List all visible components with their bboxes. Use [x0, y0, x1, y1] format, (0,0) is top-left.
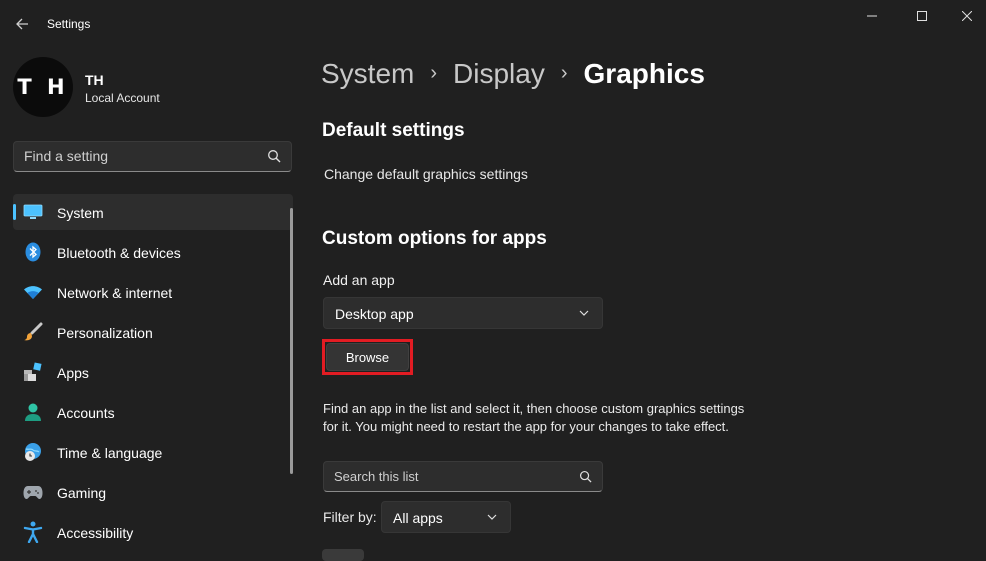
sidebar-item-time-language[interactable]: Time & language [13, 434, 293, 470]
search-input[interactable] [24, 148, 254, 164]
title-bar: Settings [0, 0, 986, 46]
app-list-search[interactable] [323, 461, 603, 492]
user-name: TH [85, 72, 104, 88]
back-arrow-icon [16, 18, 28, 30]
bluetooth-icon [23, 242, 43, 262]
sidebar-item-accounts[interactable]: Accounts [13, 394, 293, 430]
find-setting-search[interactable] [13, 141, 292, 172]
sidebar-scrollbar[interactable] [290, 208, 293, 474]
breadcrumb-display[interactable]: Display [453, 58, 545, 89]
brush-icon [23, 322, 43, 342]
default-settings-heading: Default settings [322, 120, 465, 141]
wifi-icon [23, 282, 43, 302]
breadcrumb-system[interactable]: System [321, 58, 414, 89]
app-list-description: Find an app in the list and select it, t… [323, 401, 745, 434]
sort-button-partial[interactable] [322, 549, 364, 561]
sidebar-item-label: Accessibility [57, 525, 134, 541]
minimize-icon [867, 15, 877, 17]
accessibility-icon [23, 521, 43, 543]
sidebar-item-system[interactable]: System [13, 194, 293, 230]
change-default-graphics-link[interactable]: Change default graphics settings [324, 166, 528, 182]
breadcrumb: System › Display › Graphics [321, 58, 705, 90]
sidebar-item-gaming[interactable]: Gaming [13, 474, 293, 510]
browse-button[interactable]: Browse [326, 343, 409, 371]
chevron-right-icon: › [430, 62, 438, 84]
minimize-button[interactable] [849, 0, 895, 32]
sidebar-item-label: Network & internet [57, 285, 173, 301]
window-title: Settings [47, 17, 91, 31]
system-icon [23, 202, 43, 222]
sidebar-item-label: Accounts [57, 405, 115, 421]
filter-value: All apps [393, 510, 443, 526]
sidebar-nav: System Bluetooth & devices Network & int… [13, 194, 293, 554]
sidebar-item-network[interactable]: Network & internet [13, 274, 293, 310]
accounts-icon [23, 402, 43, 422]
page-title: Graphics [583, 58, 705, 89]
account-type: Local Account [85, 91, 160, 105]
chevron-down-icon [487, 514, 497, 520]
avatar[interactable]: T H [13, 57, 73, 117]
search-list-input[interactable] [334, 469, 564, 484]
app-type-dropdown[interactable]: Desktop app [323, 297, 603, 329]
sidebar-item-label: Bluetooth & devices [57, 245, 181, 261]
chevron-right-icon: › [560, 62, 568, 84]
back-button[interactable] [10, 12, 34, 36]
maximize-button[interactable] [899, 0, 945, 32]
sidebar-item-label: Gaming [57, 485, 107, 501]
app-type-value: Desktop app [335, 306, 414, 322]
maximize-icon [917, 11, 927, 21]
sidebar-item-label: Personalization [57, 325, 153, 341]
close-button[interactable] [944, 0, 986, 32]
sidebar-item-personalization[interactable]: Personalization [13, 314, 293, 350]
search-icon[interactable] [267, 149, 281, 163]
close-icon [962, 11, 972, 21]
sidebar-item-label: Apps [57, 365, 89, 381]
search-icon[interactable] [579, 470, 592, 483]
sidebar-item-label: System [57, 205, 104, 221]
sidebar-item-bluetooth[interactable]: Bluetooth & devices [13, 234, 293, 270]
selection-indicator [13, 204, 16, 220]
sidebar-item-accessibility[interactable]: Accessibility [13, 514, 293, 550]
sidebar-item-label: Time & language [57, 445, 163, 461]
sidebar-item-apps[interactable]: Apps [13, 354, 293, 390]
chevron-down-icon [579, 310, 589, 316]
filter-label: Filter by: [323, 509, 377, 525]
custom-options-heading: Custom options for apps [322, 228, 547, 249]
apps-icon [23, 362, 43, 382]
add-app-label: Add an app [323, 272, 395, 288]
globe-clock-icon [23, 442, 43, 462]
filter-dropdown[interactable]: All apps [381, 501, 511, 533]
gamepad-icon [23, 482, 43, 502]
